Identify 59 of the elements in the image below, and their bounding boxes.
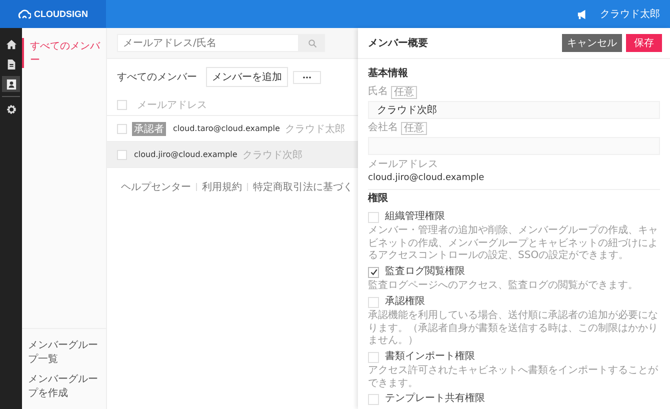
- contact-card-icon: [6, 78, 16, 90]
- search-field[interactable]: メールアドレス/氏名: [117, 34, 299, 52]
- permission-checkbox[interactable]: [368, 266, 379, 278]
- panel-title: メンバー概要: [368, 36, 428, 50]
- field-label: メールアドレス: [368, 158, 439, 171]
- permission-description: メンバー・管理者の追加や削除、メンバーグループの作成、キャビネットの作成、メンバーグループとキャビネットの紐づけによるアクセスコントロールの設定、SSOの設定ができます。: [368, 225, 659, 263]
- member-row[interactable]: cloud.jiro@cloud.example クラウド次郎: [107, 142, 358, 168]
- footer-link[interactable]: 利用規約: [202, 180, 242, 194]
- save-button[interactable]: 保存: [626, 34, 662, 52]
- permission-label: 書類インポート権限: [385, 350, 475, 364]
- text-field[interactable]: クラウド次郎: [368, 100, 660, 118]
- settings-icon: [6, 104, 16, 114]
- more-button[interactable]: [293, 70, 321, 84]
- permission-label: 承認権限: [385, 296, 425, 308]
- member-email: cloud.taro@cloud.example: [173, 124, 280, 133]
- row-checkbox[interactable]: [117, 124, 127, 134]
- permission-label: 監査ログ閲覧権限: [385, 266, 465, 278]
- column-header: メールアドレス: [137, 99, 207, 112]
- search-icon: [308, 38, 316, 48]
- document-icon: [6, 58, 16, 70]
- member-email: cloud.jiro@cloud.example: [134, 150, 238, 159]
- user-name[interactable]: クラウド太郎: [600, 7, 660, 21]
- permission-checkbox[interactable]: [368, 394, 379, 405]
- home-icon: [6, 38, 16, 50]
- member-name: クラウド次郎: [242, 148, 302, 162]
- row-checkbox[interactable]: [117, 150, 127, 160]
- nav-button[interactable]: [2, 76, 20, 92]
- permission-label: 組織管理権限: [385, 210, 445, 224]
- footer-link[interactable]: ヘルプセンター: [121, 180, 191, 194]
- approver-badge: 承認者: [132, 122, 166, 136]
- page-title: すべてのメンバー: [117, 71, 197, 84]
- check-icon: [370, 268, 378, 276]
- permission-description: 監査ログページへのアクセス、監査ログの閲覧ができます。: [368, 280, 639, 293]
- member-name: クラウド太郎: [284, 122, 345, 136]
- permission-description: 承認機能を利用している場合、送付順に承認者の追加が必要になります。（承認者自身が書類を送信する時は、この制限はかかりません。）: [368, 310, 659, 348]
- logo-text: CLOUDSIGN: [34, 9, 88, 19]
- cancel-button[interactable]: キャンセル: [562, 34, 622, 52]
- select-all-checkbox[interactable]: [117, 100, 127, 110]
- text-field[interactable]: [368, 136, 660, 154]
- sidebar-link[interactable]: メンバーグループ一覧: [22, 335, 106, 369]
- add-member-button[interactable]: メンバーを追加: [206, 67, 288, 87]
- permission-checkbox[interactable]: [368, 352, 379, 362]
- permission-label: テンプレート共有権限: [385, 393, 485, 406]
- section-heading: 権限: [368, 193, 389, 206]
- field-label: 会社名: [368, 122, 398, 134]
- more-icon: [302, 76, 312, 78]
- search-button[interactable]: [299, 34, 325, 52]
- email-value: cloud.jiro@cloud.example: [368, 173, 486, 184]
- permission-checkbox[interactable]: [368, 296, 379, 308]
- footer-link[interactable]: 特定商取引法に基づく: [253, 180, 353, 194]
- cloud-logo-icon: [18, 9, 31, 19]
- permission-checkbox[interactable]: [368, 212, 379, 222]
- permission-description: アクセス許可されたキャビネットへ書類をインポートすることができます。: [368, 365, 659, 390]
- optional-tag: 任意: [401, 122, 427, 134]
- section-heading: 基本情報: [368, 68, 409, 80]
- optional-tag: 任意: [391, 86, 417, 98]
- field-label: 氏名: [368, 86, 388, 98]
- megaphone-icon[interactable]: [577, 8, 588, 20]
- sidebar-link[interactable]: メンバーグループを作成: [22, 369, 106, 403]
